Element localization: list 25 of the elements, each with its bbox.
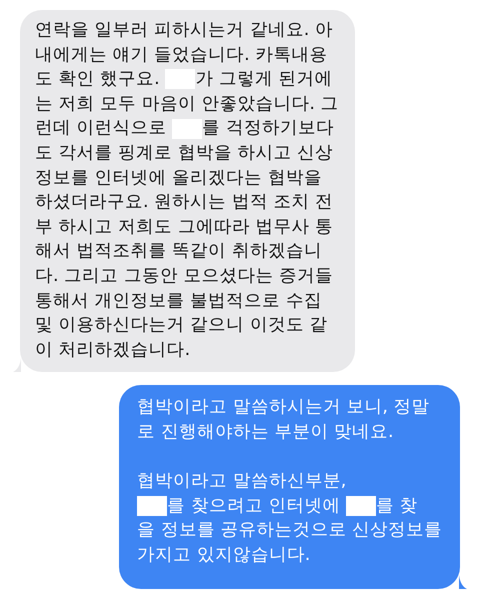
- message-text: 해서 법적조취를 똑같이 취하겠습니: [35, 240, 322, 264]
- message-text: 정보를 인터넷에 올리겠다는 협박을: [35, 166, 322, 190]
- message-text: 내에게는 얘기 들었습니다. 카톡내용: [35, 44, 328, 67]
- message-text: 및 이용하신다는거 같으니 이것도 같: [35, 314, 328, 338]
- message-text: 도 각서를 핑계로 협박을 하시고 신상: [35, 142, 333, 165]
- message-text: 부 하시고 저희도 그에따라 법무사 통: [35, 216, 333, 239]
- message-text: 다. 그리고 그동안 모으셨다는 증거들: [35, 264, 333, 288]
- message-text: 런데 이런식으로: [35, 117, 168, 140]
- message-text: 를 찾으려고 인터넷에: [167, 494, 342, 518]
- message-text: 을 정보를 공유하는것으로 신상정보를: [137, 519, 442, 542]
- message-text: 로 진행해야하는 부분이 맞네요.: [137, 420, 394, 444]
- message-text: 를 걱정하기보다: [202, 117, 334, 140]
- message-text: 도 확인 했구요.: [35, 68, 161, 92]
- redaction-block: [346, 496, 376, 516]
- message-text: 하셨더라구요. 원하시는 법적 조치 전: [35, 191, 333, 214]
- message-text: 이 처리하겠습니다.: [35, 338, 190, 362]
- message-text: 협박이라고 말씀하신부분,: [137, 470, 346, 494]
- redaction-block: [137, 496, 168, 516]
- message-text: 연락을 일부러 피하시는거 같네요. 아: [35, 19, 333, 42]
- message-text: 협박이라고 말씀하시는거 보니, 정말: [137, 396, 430, 420]
- message-text: 를 찾: [376, 494, 418, 518]
- message-text: 는 저희 모두 마음이 안좋았습니다. 그: [35, 92, 339, 116]
- message-text: 통해서 개인정보를 불법적으로 수집: [35, 290, 322, 313]
- message-text: 가지고 있지않습니다.: [137, 544, 310, 567]
- message-text: 가 그렇게 된거에: [195, 68, 333, 92]
